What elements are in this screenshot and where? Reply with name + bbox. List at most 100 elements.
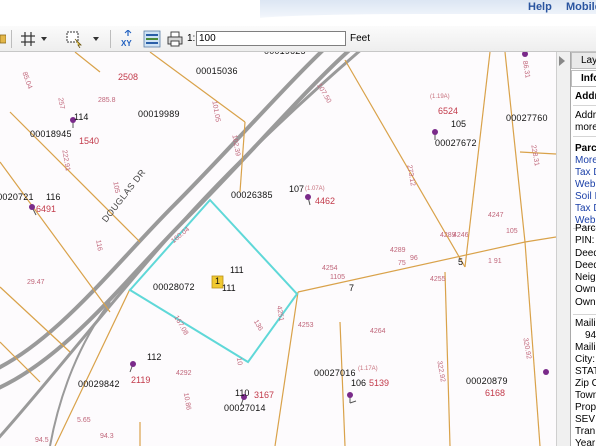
field-label: Maili	[575, 342, 596, 353]
dimension-label: 105	[506, 228, 518, 235]
legend-icon	[143, 30, 161, 48]
select-tool-button[interactable]	[64, 30, 84, 48]
svg-text:XY: XY	[121, 39, 132, 48]
parcel-id[interactable]: 00020879	[466, 376, 508, 386]
field-label: Parc	[575, 223, 596, 234]
address-number: 3167	[254, 390, 275, 400]
lot-number: 116	[46, 192, 61, 202]
lot-number: 112	[147, 352, 162, 362]
field-label: Prop	[575, 402, 596, 413]
dimension-label: 1105	[330, 274, 346, 281]
address-number: 2508	[118, 72, 139, 82]
parcel-id[interactable]: 00019989	[138, 109, 180, 119]
tax-link[interactable]: Tax D	[575, 203, 596, 214]
grid-tool-dropdown[interactable]	[40, 30, 48, 48]
parcel-id[interactable]: 00026385	[231, 190, 273, 200]
pan-tool-button[interactable]	[0, 30, 6, 48]
web-link[interactable]: Web	[575, 179, 595, 190]
address-number: 5139	[369, 378, 390, 388]
address-number: 6491	[36, 204, 57, 214]
address-number: 6524	[438, 106, 459, 116]
scale-unit-label: Feet	[350, 33, 371, 44]
address-number: 4462	[315, 196, 336, 206]
field-label: Zip C	[575, 378, 596, 389]
xy-coordinate-icon: XY	[121, 30, 132, 48]
section-address-heading: Address	[575, 91, 596, 102]
map-canvas[interactable]: 00019625 00015036 00019989 00018945 0002…	[0, 52, 556, 446]
pan-icon	[0, 34, 6, 44]
tax-link[interactable]: Tax D	[575, 167, 596, 178]
print-button[interactable]	[166, 30, 184, 48]
xy-coordinate-button[interactable]: XY	[117, 30, 139, 48]
field-label: Maili	[575, 318, 596, 329]
chevron-down-icon	[93, 37, 99, 41]
dimension-label: 94.3	[100, 433, 114, 440]
field-label: Own	[575, 297, 596, 308]
print-icon	[167, 31, 183, 47]
lot-number: 105	[451, 119, 467, 129]
gis-app: Help Mobile XY	[0, 0, 596, 446]
help-link[interactable]: Help	[528, 1, 552, 13]
parcel-id[interactable]: 00020721	[0, 192, 34, 202]
dimension-label: 4246	[453, 232, 469, 239]
dimension-label: 10	[234, 357, 244, 366]
soil-link[interactable]: Soil I	[575, 191, 596, 202]
field-label: Deed	[575, 248, 596, 259]
lot-number: 111	[222, 283, 236, 293]
divider	[573, 314, 596, 315]
toolbar-separator	[11, 30, 12, 48]
section-parcel-heading: Parcel	[575, 143, 596, 154]
dimension-label: 4247	[488, 212, 504, 219]
address-number: 6168	[485, 388, 506, 398]
more-link[interactable]: More	[575, 155, 596, 166]
parcel-id[interactable]: 00027672	[435, 138, 477, 148]
grid-tool-button[interactable]	[18, 30, 38, 48]
parcel-id[interactable]: 00028072	[153, 282, 195, 292]
panel-collapse-strip[interactable]	[556, 52, 570, 446]
scale-prefix: 1:	[187, 33, 196, 44]
lot-number: 110	[235, 388, 250, 398]
parcel-id[interactable]: 00027760	[506, 113, 548, 123]
lot-number: 106	[351, 378, 367, 388]
dimension-label: 4254	[322, 265, 338, 272]
field-label: Own	[575, 284, 596, 295]
parcel-id[interactable]: 00019625	[264, 52, 306, 56]
dimension-label: 94.5	[35, 437, 49, 444]
acreage-label: (1.07A)	[305, 186, 325, 192]
dimension-label: 4289	[390, 247, 406, 254]
field-label: Town	[575, 390, 596, 401]
lot-number: 5	[458, 257, 464, 267]
field-label: PIN:	[575, 235, 595, 246]
tab-info[interactable]: Info	[571, 70, 596, 87]
lot-number: 114	[74, 112, 89, 122]
tab-layers[interactable]: Layers	[571, 52, 596, 69]
lot-number: 111	[230, 265, 244, 275]
chevron-right-icon[interactable]	[559, 56, 565, 66]
field-label: Neigh	[575, 272, 596, 283]
select-rectangle-icon	[66, 31, 82, 48]
select-tool-dropdown[interactable]	[92, 30, 100, 48]
parcel-id[interactable]: 00029842	[78, 379, 120, 389]
toolbar-separator	[110, 30, 111, 48]
parcel-id[interactable]: 00018945	[30, 129, 72, 139]
mobile-link[interactable]: Mobile	[566, 1, 596, 13]
chevron-down-icon	[41, 37, 47, 41]
map-toolbar: XY 1: Feet	[0, 26, 596, 52]
address-line: Address	[575, 110, 596, 121]
parcel-id[interactable]: 00027014	[224, 403, 266, 413]
address-number: 1540	[79, 136, 100, 146]
dimension-label: 285.8	[98, 97, 116, 104]
parcel-id[interactable]: 00027016	[314, 368, 356, 378]
legend-button[interactable]	[143, 30, 161, 48]
field-label: Year	[575, 438, 596, 446]
scale-input[interactable]	[196, 31, 346, 46]
dimension-label: 4255	[430, 276, 446, 283]
lot-number: 107	[289, 184, 305, 194]
acreage-label: (1.17A)	[358, 366, 378, 372]
field-label: SEV	[575, 414, 596, 425]
lot-number: 7	[349, 283, 355, 293]
acreage-label: (1.19A)	[430, 94, 450, 100]
field-label: City:	[575, 354, 595, 365]
field-label: Deed	[575, 260, 596, 271]
parcel-id[interactable]: 00015036	[196, 66, 238, 76]
